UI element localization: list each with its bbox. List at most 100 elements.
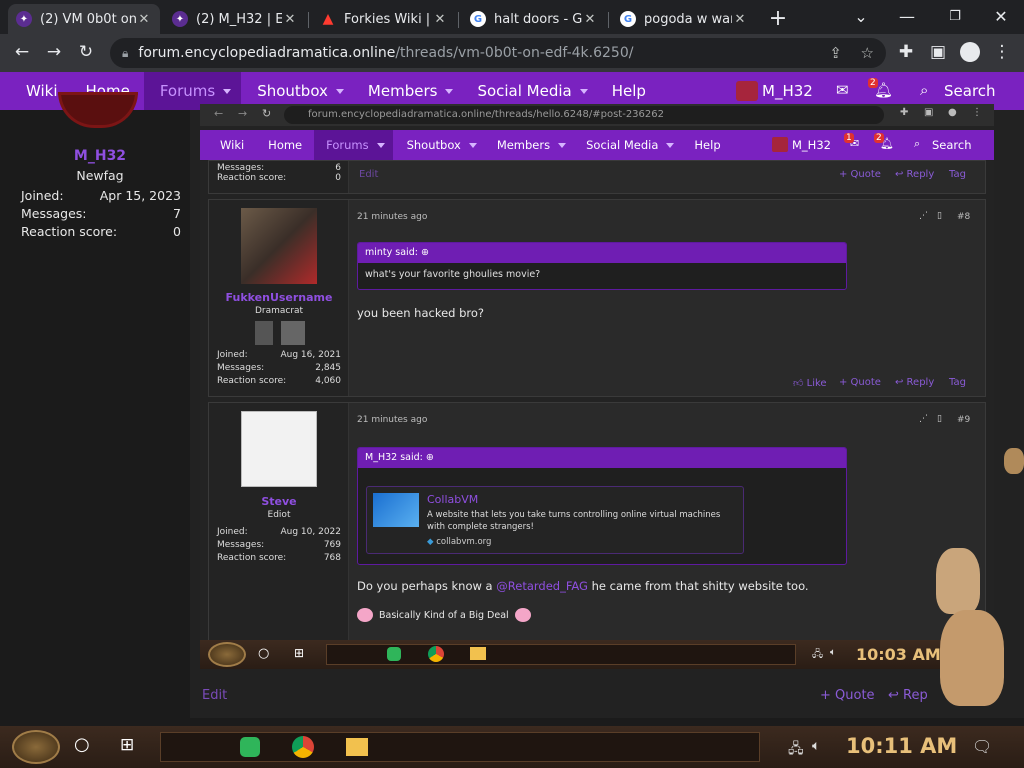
chrome-icon[interactable] <box>292 736 314 758</box>
nav-wiki[interactable]: Wiki <box>200 138 256 152</box>
search-icon[interactable]: ⌕ <box>914 137 920 151</box>
browser-tab[interactable]: G pogoda w wars ✕ <box>612 4 756 34</box>
taskbar-clock[interactable]: 10:11 AM <box>846 734 957 758</box>
quote-header[interactable]: M_H32 said: ⊕ <box>358 448 846 468</box>
chrome-menu-icon[interactable]: ⋮ <box>988 38 1016 66</box>
nav-help[interactable]: Help <box>600 82 658 100</box>
post-time[interactable]: 21 minutes ago <box>357 212 427 222</box>
tag-link[interactable]: Tag <box>949 377 966 388</box>
reply-link[interactable]: ↩ Reply <box>895 377 934 388</box>
forward-icon[interactable]: → <box>238 107 247 120</box>
reply-link[interactable]: ↩ Rep <box>888 688 928 703</box>
notes-app-icon[interactable] <box>240 737 260 757</box>
nav-shoutbox[interactable]: Shoutbox <box>393 138 487 152</box>
volume-muted-icon[interactable]: 🔈︎ <box>830 647 836 658</box>
quote-link[interactable]: + Quote <box>820 688 875 703</box>
nav-social-media[interactable]: Social Media <box>465 82 599 100</box>
tab-search-icon[interactable]: ⌄ <box>838 0 884 32</box>
restore-icon[interactable]: ❐ <box>932 0 978 32</box>
remote-vm-screen[interactable]: ← → ↻ forum.encyclopediadramatica.online… <box>200 104 994 669</box>
username[interactable]: Steve <box>209 495 349 508</box>
start-button[interactable] <box>208 642 246 667</box>
task-view-icon[interactable]: ⊞ <box>294 646 304 660</box>
close-icon[interactable]: ✕ <box>136 12 152 27</box>
new-tab-button[interactable]: + <box>764 4 792 32</box>
bookmark-icon[interactable]: ▯ <box>937 414 942 424</box>
file-explorer-icon[interactable] <box>346 738 368 756</box>
close-window-icon[interactable]: ✕ <box>978 0 1024 32</box>
close-icon[interactable]: ✕ <box>582 12 598 27</box>
nav-home[interactable]: Home <box>256 138 314 152</box>
close-icon[interactable]: ✕ <box>732 12 748 27</box>
extensions-icon[interactable]: ✚ <box>892 38 920 66</box>
network-icon[interactable]: 🖧︎ <box>788 738 804 762</box>
reload-icon[interactable]: ↻ <box>72 38 100 66</box>
nav-help[interactable]: Help <box>684 138 730 152</box>
search-button[interactable]: Search <box>932 138 972 152</box>
edit-link[interactable]: Edit <box>202 688 227 703</box>
close-icon[interactable]: ✕ <box>432 12 448 27</box>
back-icon[interactable]: ← <box>8 38 36 66</box>
tag-link[interactable]: Tag <box>949 169 966 180</box>
link-preview-card[interactable]: CollabVM A website that lets you take tu… <box>366 486 744 554</box>
quote-header[interactable]: minty said: ⊕ <box>358 243 846 263</box>
close-icon[interactable]: ✕ <box>282 12 298 27</box>
chevron-down-icon[interactable] <box>376 142 385 148</box>
avatar[interactable] <box>241 411 317 487</box>
share-icon[interactable]: ⇪ <box>829 44 842 62</box>
post-time[interactable]: 21 minutes ago <box>357 415 427 425</box>
user-mention[interactable]: @Retarded_FAG <box>496 579 588 593</box>
edit-link[interactable]: Edit <box>359 169 378 180</box>
link-preview-title[interactable]: CollabVM <box>427 493 478 506</box>
share-icon[interactable]: ⋰ <box>919 414 928 424</box>
nav-forums[interactable]: Forums <box>314 130 393 160</box>
search-icon[interactable]: ⌕ <box>920 81 928 99</box>
volume-muted-icon[interactable]: 🔈︎ <box>812 738 820 754</box>
reload-icon[interactable]: ↻ <box>262 107 271 120</box>
network-icon[interactable]: 🖧︎ <box>812 647 823 664</box>
search-circle-icon[interactable]: ○ <box>258 646 269 661</box>
chevron-down-icon[interactable] <box>223 88 232 94</box>
post-number[interactable]: #8 <box>957 212 970 222</box>
avatar[interactable] <box>736 81 758 101</box>
forward-icon[interactable]: → <box>40 38 68 66</box>
nav-members[interactable]: Members <box>487 138 576 152</box>
account-username[interactable]: M_H32 <box>762 82 813 100</box>
search-button[interactable]: Search <box>944 82 996 100</box>
avatar[interactable] <box>241 208 317 284</box>
search-circle-icon[interactable]: ○ <box>74 734 90 755</box>
inner-address-bar[interactable]: forum.encyclopediadramatica.online/threa… <box>284 106 884 124</box>
start-button[interactable] <box>12 730 60 764</box>
bookmark-icon[interactable]: ▯ <box>937 211 942 221</box>
file-explorer-icon[interactable] <box>470 647 486 660</box>
notes-app-icon[interactable] <box>387 647 401 661</box>
quote-link[interactable]: + Quote <box>839 169 881 180</box>
chrome-menu-icon[interactable]: ⋮ <box>972 107 982 118</box>
nav-members[interactable]: Members <box>356 82 466 100</box>
browser-tab[interactable]: G halt doors - Go ✕ <box>462 4 606 34</box>
username[interactable]: M_H32 <box>10 148 190 164</box>
bookmark-star-icon[interactable]: ☆ <box>861 44 874 62</box>
browser-tab[interactable]: ▲ Forkies Wiki | ✕ <box>312 4 456 34</box>
username[interactable]: FukkenUsername <box>209 291 349 304</box>
back-icon[interactable]: ← <box>214 107 223 120</box>
nav-shoutbox[interactable]: Shoutbox <box>241 82 356 100</box>
minimize-icon[interactable]: — <box>884 0 930 32</box>
like-link[interactable]: 👍︎ Like <box>793 377 827 389</box>
avatar[interactable] <box>772 137 788 152</box>
account-username[interactable]: M_H32 <box>792 138 831 152</box>
profile-avatar-icon[interactable] <box>956 38 984 66</box>
inbox-icon[interactable]: ✉ <box>836 81 849 99</box>
sidepanel-icon[interactable]: ▣ <box>924 107 933 118</box>
reply-link[interactable]: ↩ Reply <box>895 169 934 180</box>
quote-link[interactable]: + Quote <box>839 377 881 388</box>
chrome-icon[interactable] <box>428 646 444 662</box>
extensions-icon[interactable]: ✚ <box>900 107 908 118</box>
nav-social-media[interactable]: Social Media <box>576 138 684 152</box>
sidepanel-icon[interactable]: ▣ <box>924 38 952 66</box>
task-view-icon[interactable]: ⊞ <box>120 735 134 755</box>
share-icon[interactable]: ⋰ <box>919 211 928 221</box>
taskbar-clock[interactable]: 10:03 AM <box>856 645 941 664</box>
notification-icon[interactable]: 🗨︎ <box>972 737 992 756</box>
address-bar[interactable]: 🔒︎ forum.encyclopediadramatica.online /t… <box>110 38 886 68</box>
